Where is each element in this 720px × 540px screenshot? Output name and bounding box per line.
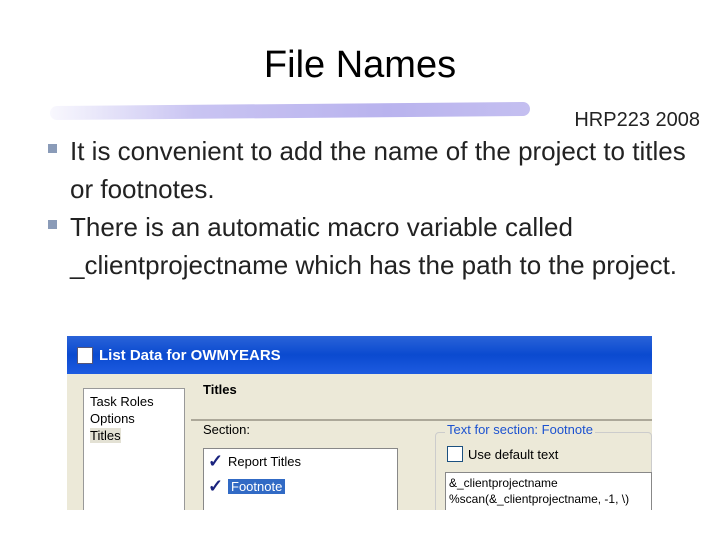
slide-title: File Names <box>263 44 457 86</box>
use-default-text-checkbox[interactable]: Use default text <box>447 446 558 462</box>
nav-item-options[interactable]: Options <box>84 410 184 427</box>
footnote-text-area[interactable]: &_clientprojectname %scan(&_clientprojec… <box>445 472 652 510</box>
text-line: &_clientprojectname <box>449 476 558 490</box>
nav-item-titles[interactable]: Titles <box>90 428 121 443</box>
nav-list: Task Roles Options Titles <box>83 388 185 510</box>
nav-item-task-roles[interactable]: Task Roles <box>84 393 184 410</box>
bullet-item: There is an automatic macro variable cal… <box>46 208 706 284</box>
dialog-titlebar: List Data for OWMYEARS <box>67 336 652 374</box>
table-icon <box>77 346 93 364</box>
checkbox-label: Use default text <box>468 446 559 462</box>
section-list: ✓ Report Titles ✓ Footnote <box>203 448 398 510</box>
bullet-item: It is convenient to add the name of the … <box>46 132 706 208</box>
course-label: HRP223 2008 <box>574 109 700 131</box>
section-item-report-titles[interactable]: ✓ Report Titles <box>204 449 397 474</box>
checkmark-icon: ✓ <box>208 451 224 471</box>
group-label: Text for section: Footnote <box>445 422 595 437</box>
bullet-list: It is convenient to add the name of the … <box>46 132 706 284</box>
section-label: Section: <box>203 422 250 437</box>
checkbox-box <box>447 446 463 462</box>
decorative-brush-stroke <box>50 101 530 121</box>
panel-heading: Titles <box>203 382 237 397</box>
dialog-title: List Data for OWMYEARS <box>99 346 281 364</box>
text-line: %scan(&_clientprojectname, -1, \) <box>449 492 630 506</box>
divider <box>191 419 652 421</box>
section-item-footnote[interactable]: ✓ Footnote <box>204 474 397 499</box>
dialog-screenshot: List Data for OWMYEARS Task Roles Option… <box>67 336 652 510</box>
checkmark-icon: ✓ <box>208 476 224 496</box>
